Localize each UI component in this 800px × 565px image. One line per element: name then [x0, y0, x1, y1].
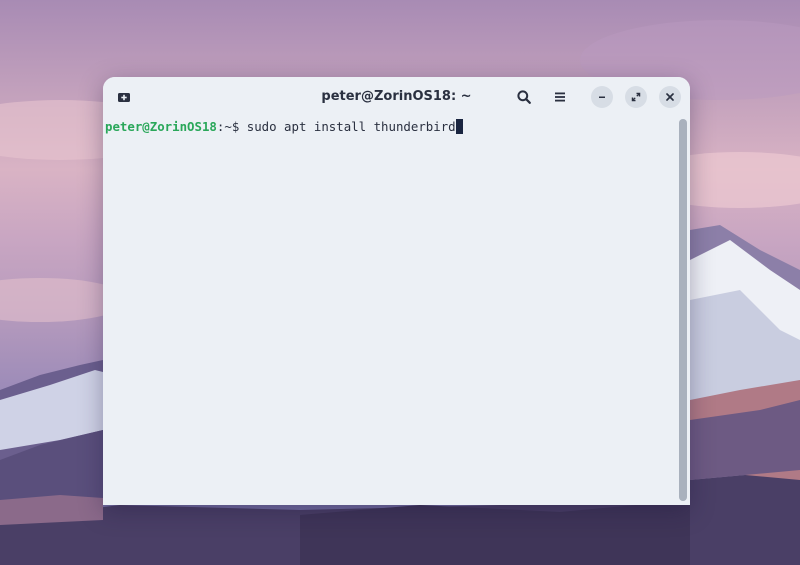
command-line[interactable]: peter@ZorinOS18:~$ sudo apt install thun… [105, 118, 463, 135]
maximize-button[interactable] [625, 86, 647, 108]
prompt-path: :~$ [216, 119, 247, 134]
scrollbar-thumb[interactable] [679, 119, 687, 501]
search-button[interactable] [511, 85, 537, 109]
window-titlebar[interactable]: peter@ZorinOS18: ~ [103, 77, 690, 117]
prompt-user-host: peter@ZorinOS18 [105, 119, 217, 134]
terminal-window[interactable]: peter@ZorinOS18: ~ peter@ZorinOS18:~$ su… [103, 77, 690, 505]
hamburger-menu-icon [555, 92, 565, 102]
close-icon [666, 93, 674, 101]
maximize-icon [631, 92, 641, 102]
text-cursor [455, 119, 463, 134]
new-tab-button[interactable] [111, 85, 137, 109]
terminal-output-area[interactable]: peter@ZorinOS18:~$ sudo apt install thun… [105, 117, 675, 505]
minimize-button[interactable] [591, 86, 613, 108]
search-icon [517, 90, 531, 104]
minimize-icon [599, 96, 605, 98]
main-menu-button[interactable] [547, 85, 573, 109]
typed-command: sudo apt install thunderbird [246, 119, 456, 134]
close-button[interactable] [659, 86, 681, 108]
new-tab-icon [118, 93, 130, 102]
vertical-scrollbar[interactable] [679, 119, 687, 501]
